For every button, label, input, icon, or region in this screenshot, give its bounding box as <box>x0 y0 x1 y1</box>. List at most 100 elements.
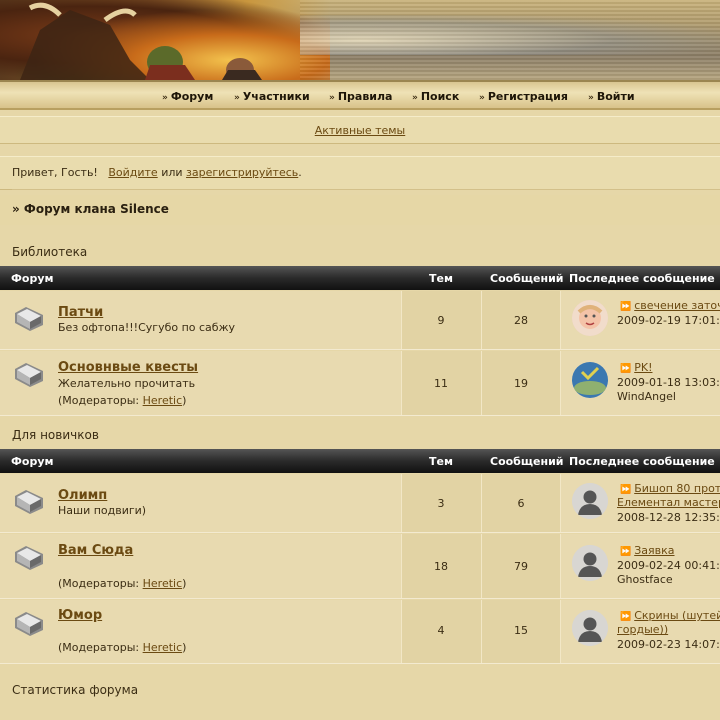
forum-stats-title: Статистика форума <box>12 683 139 697</box>
child-photo-avatar-icon <box>572 300 608 336</box>
default-avatar-icon <box>572 483 608 519</box>
guest-greeting: Привет, Гость! Войдите или зарегистрируй… <box>0 156 720 190</box>
last-post-link[interactable]: ⏩свечение заточки <box>620 299 720 312</box>
avatar[interactable] <box>572 300 608 336</box>
nav-register[interactable]: » Регистрация <box>479 90 568 103</box>
forum-read-icon <box>15 490 43 514</box>
last-post-date: 2009-02-23 14:07:11 <box>617 638 720 651</box>
nav-arrow-icon: » <box>329 93 335 103</box>
emblem-avatar-icon <box>572 362 608 398</box>
header-last-post: Последнее сообщение <box>569 455 715 468</box>
posts-count: 28 <box>514 314 528 327</box>
header-posts: Сообщений <box>490 272 564 285</box>
header-forum: Форум <box>11 272 54 285</box>
default-avatar-icon <box>572 545 608 581</box>
last-post-date: 2008-12-28 12:35:05 <box>617 511 720 524</box>
main-navigation: » Форум » Участники » Правила » Поиск » Регис… <box>0 80 720 110</box>
forum-row: Олимп Наши подвиги) 3 6 ⏩Бишоп 80 против… <box>0 474 720 533</box>
forum-row: Вам Сюда (Модераторы: Heretic) 18 79 ⏩ За… <box>0 534 720 599</box>
forum-read-icon <box>15 307 43 331</box>
greeting-text: Привет, Гость! <box>12 166 98 179</box>
last-post-link[interactable]: ⏩ Заявка <box>620 544 675 557</box>
avatar[interactable] <box>572 610 608 646</box>
default-avatar-icon <box>572 610 608 646</box>
go-to-post-icon: ⏩ <box>620 364 632 374</box>
header-banner <box>0 0 720 80</box>
greeting-suffix: . <box>298 166 302 179</box>
section-title-newbies: Для новичков <box>12 428 99 442</box>
go-to-post-icon: ⏩ <box>620 612 632 622</box>
avatar[interactable] <box>572 545 608 581</box>
forum-title-link[interactable]: Олимп <box>58 488 107 503</box>
posts-count: 19 <box>514 377 528 390</box>
nav-forum[interactable]: » Форум <box>162 90 213 103</box>
moderators: (Модераторы: Heretic) <box>58 577 187 590</box>
nav-arrow-icon: » <box>234 93 240 103</box>
forum-read-icon <box>15 363 43 387</box>
forum-description: Желательно прочитать <box>58 377 196 390</box>
forum-title-link[interactable]: Юмор <box>58 608 102 623</box>
last-post-author: Ghostface <box>617 573 673 586</box>
topics-count: 18 <box>434 560 448 573</box>
avatar[interactable] <box>572 483 608 519</box>
greeting-or: или <box>161 166 183 179</box>
go-to-post-icon: ⏩ <box>620 547 632 557</box>
register-link[interactable]: зарегистрируйтесь <box>186 166 298 179</box>
last-post-date: 2009-02-24 00:41:55 <box>617 559 720 572</box>
nav-arrow-icon: » <box>588 93 594 103</box>
banner-texture <box>300 0 720 80</box>
go-to-post-icon: ⏩ <box>620 302 632 312</box>
breadcrumb: » Форум клана Silence <box>0 195 720 225</box>
last-post-link[interactable]: ⏩Скрины (шутейные) <box>620 609 720 622</box>
section-title-library: Библиотека <box>12 245 88 259</box>
nav-arrow-icon: » <box>162 93 168 103</box>
nav-rules[interactable]: » Правила <box>329 90 392 103</box>
avatar[interactable] <box>572 362 608 398</box>
last-post-link[interactable]: ⏩Бишоп 80 против <box>620 482 720 495</box>
forum-description: Наши подвиги) <box>58 504 147 517</box>
nav-arrow-icon: » <box>412 93 418 103</box>
forum-table-header: Форум Тем Сообщений Последнее сообщение <box>0 449 720 473</box>
last-post-date: 2009-01-18 13:03:12 <box>617 376 720 389</box>
last-post-date: 2009-02-19 17:01:52 <box>617 314 720 327</box>
moderator-link[interactable]: Heretic <box>143 641 183 654</box>
header-posts: Сообщений <box>490 455 564 468</box>
nav-login[interactable]: » Войти <box>588 90 635 103</box>
forum-description: Без офтопа!!!Сугубо по сабжу <box>58 321 235 334</box>
active-topics-link[interactable]: Активные темы <box>315 124 406 137</box>
last-post-link-cont[interactable]: Елементал мастера <box>617 496 720 509</box>
moderator-link[interactable]: Heretic <box>143 394 183 407</box>
forum-title-link[interactable]: Патчи <box>58 305 103 320</box>
forum-title-link[interactable]: Основнвые квесты <box>58 360 198 375</box>
forum-row: Патчи Без офтопа!!!Сугубо по сабжу 9 28 … <box>0 291 720 350</box>
last-post-author: WindAngel <box>617 390 676 403</box>
header-last-post: Последнее сообщение <box>569 272 715 285</box>
forum-read-icon <box>15 612 43 636</box>
go-to-post-icon: ⏩ <box>620 485 632 495</box>
header-topics: Тем <box>429 272 453 285</box>
login-link[interactable]: Войдите <box>108 166 157 179</box>
nav-arrow-icon: » <box>479 93 485 103</box>
forum-read-icon <box>15 546 43 570</box>
moderators: (Модераторы: Heretic) <box>58 394 187 407</box>
forum-row: Основнвые квесты Желательно прочитать (М… <box>0 351 720 416</box>
nav-members[interactable]: » Участники <box>234 90 310 103</box>
posts-count: 15 <box>514 624 528 637</box>
topics-count: 4 <box>437 624 445 637</box>
posts-count: 79 <box>514 560 528 573</box>
forum-row: Юмор (Модераторы: Heretic) 4 15 ⏩ Скрины … <box>0 600 720 664</box>
active-topics-bar: Активные темы <box>0 116 720 144</box>
forum-table-header: Форум Тем Сообщений Последнее сообщение <box>0 266 720 290</box>
last-post-link[interactable]: ⏩ PK! <box>620 361 652 374</box>
topics-count: 11 <box>434 377 448 390</box>
posts-count: 6 <box>517 497 525 510</box>
divider <box>12 189 720 190</box>
header-topics: Тем <box>429 455 453 468</box>
moderator-link[interactable]: Heretic <box>143 577 183 590</box>
banner-characters-illustration <box>20 2 262 80</box>
moderators: (Модераторы: Heretic) <box>58 641 187 654</box>
nav-search[interactable]: » Поиск <box>412 90 459 103</box>
forum-title-link[interactable]: Вам Сюда <box>58 543 133 558</box>
topics-count: 9 <box>437 314 445 327</box>
last-post-link-cont[interactable]: гордые)) <box>617 623 668 636</box>
